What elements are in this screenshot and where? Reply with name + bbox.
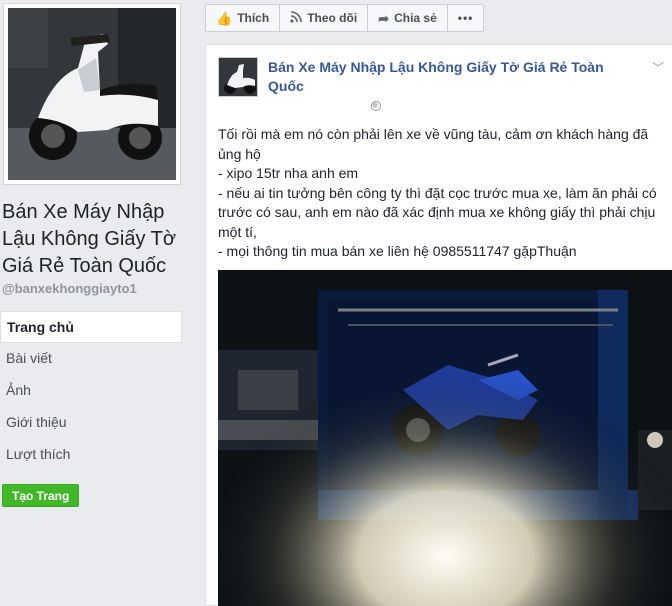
truck-motorbike-photo [218,270,672,606]
post-photo[interactable] [218,270,672,606]
post-author-avatar[interactable] [218,57,258,97]
like-button[interactable]: 👍 Thích [206,5,281,31]
follow-label: Theo dõi [307,11,358,25]
share-arrow-icon: ➦ [378,10,390,26]
page-action-bar: 👍 Thích Theo dõi ➦ Chia sẻ ••• [205,4,485,32]
globe-icon[interactable] [371,101,381,111]
nav-item-home[interactable]: Trang chủ [0,311,182,343]
post-line: Tối rồi mà em nó còn phải lên xe về vũng… [218,126,649,162]
create-page-button[interactable]: Tạo Trang [2,484,80,507]
left-column: Bán Xe Máy Nhập Lậu Không Giấy Tờ Giá Rẻ… [0,0,184,606]
profile-picture[interactable] [8,8,176,180]
nav-item-posts[interactable]: Bài viết [0,343,182,375]
nav-item-likes[interactable]: Lượt thích [0,439,182,471]
post-body: Tối rồi mà em nó còn phải lên xe về vũng… [218,125,668,262]
share-button[interactable]: ➦ Chia sẻ [368,5,448,31]
chevron-down-icon[interactable]: ﹀ [652,59,664,76]
scooter-image [8,8,176,180]
follow-button[interactable]: Theo dõi [280,5,369,31]
rss-icon [290,11,302,25]
share-label: Chia sẻ [394,11,437,25]
thumbs-up-icon: 👍 [216,10,233,26]
profile-picture-frame[interactable] [3,3,181,185]
page-handle[interactable]: @banxekhonggiayto1 [2,281,137,296]
nav-item-photos[interactable]: Ảnh [0,375,182,407]
more-options-button[interactable]: ••• [448,5,484,31]
like-label: Thích [237,11,270,25]
post-line: - xipo 15tr nha anh em [218,165,359,181]
post-author-link[interactable]: Bán Xe Máy Nhập Lậu Không Giấy Tờ Giá Rẻ… [268,58,628,96]
post-line: - nếu ai tin tưởng bên công ty thì đặt c… [218,184,657,240]
page-nav: Trang chủ Bài viết Ảnh Giới thiệu Lượt t… [0,311,182,471]
post-line: - mọi thông tin mua bán xe liên hệ 09855… [218,243,577,259]
nav-item-about[interactable]: Giới thiệu [0,407,182,439]
more-dots-icon: ••• [457,11,474,25]
post-card: Bán Xe Máy Nhập Lậu Không Giấy Tờ Giá Rẻ… [205,44,672,606]
page-title[interactable]: Bán Xe Máy Nhập Lậu Không Giấy Tờ Giá Rẻ… [2,199,182,280]
